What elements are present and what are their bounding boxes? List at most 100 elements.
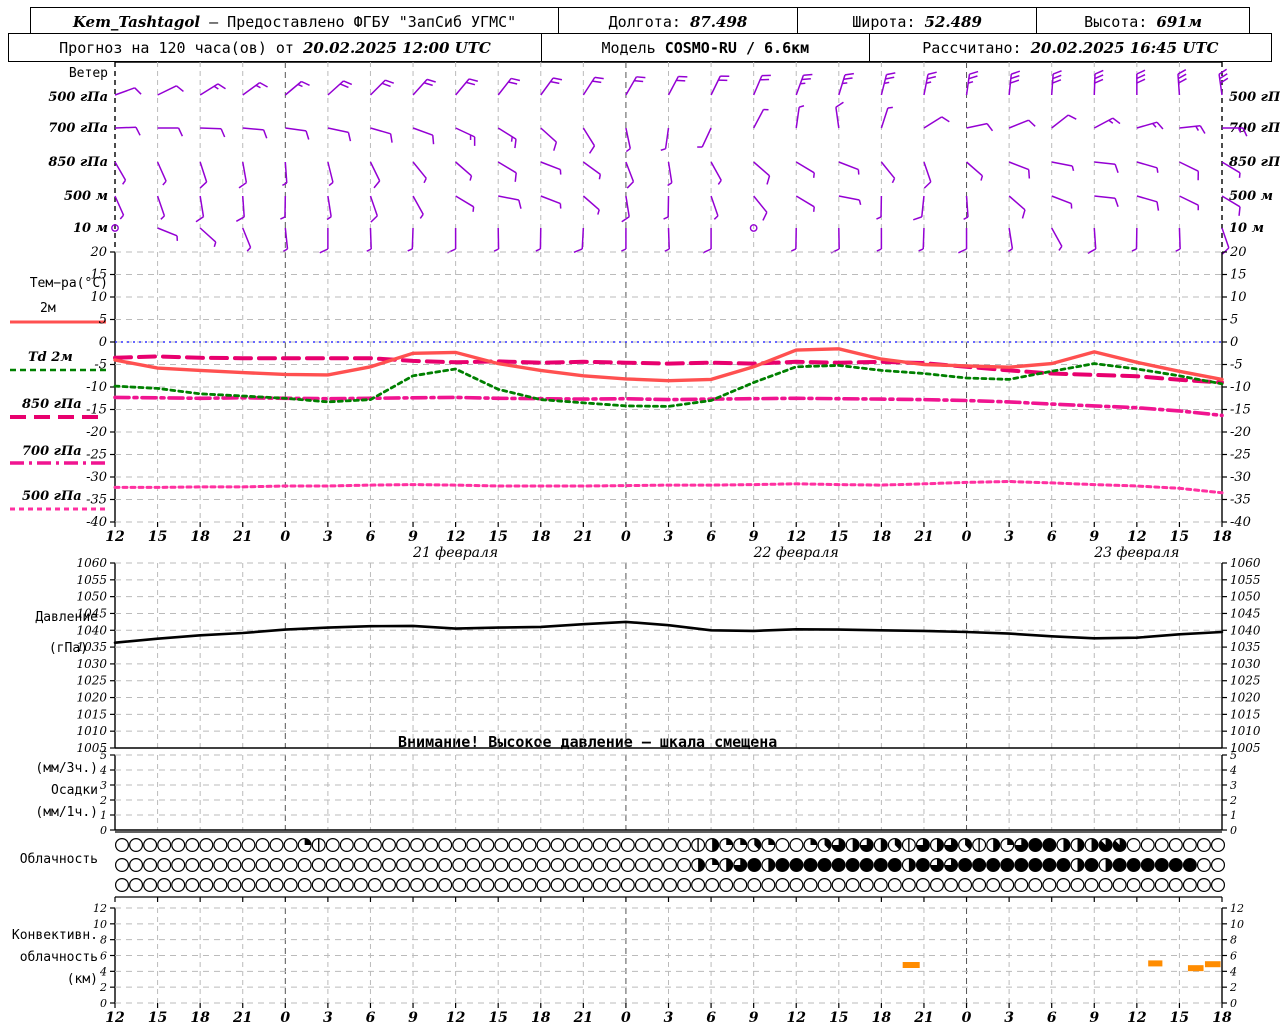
svg-text:1020: 1020 <box>1230 691 1261 705</box>
svg-text:0: 0 <box>962 529 972 545</box>
svg-text:0: 0 <box>99 335 107 350</box>
svg-text:15: 15 <box>1230 268 1247 283</box>
svg-text:0: 0 <box>280 1010 290 1024</box>
svg-text:6: 6 <box>366 1010 376 1024</box>
svg-text:-35: -35 <box>1230 493 1251 508</box>
svg-text:1025: 1025 <box>1230 674 1261 688</box>
svg-text:9: 9 <box>408 1010 418 1024</box>
svg-text:1050: 1050 <box>76 590 107 604</box>
svg-text:5: 5 <box>1230 313 1238 328</box>
svg-text:21: 21 <box>232 529 252 545</box>
svg-text:18: 18 <box>872 1010 892 1024</box>
svg-text:18: 18 <box>1212 529 1232 545</box>
svg-text:2: 2 <box>1229 981 1237 994</box>
svg-text:12: 12 <box>786 529 806 545</box>
svg-text:22 февраля: 22 февраля <box>753 545 839 561</box>
svg-text:-20: -20 <box>1230 425 1251 440</box>
svg-text:1: 1 <box>1230 809 1237 822</box>
svg-text:9: 9 <box>749 1010 759 1024</box>
svg-text:-10: -10 <box>1230 380 1251 395</box>
svg-text:-20: -20 <box>86 425 107 440</box>
svg-text:1015: 1015 <box>1230 707 1261 721</box>
svg-text:21: 21 <box>913 1010 933 1024</box>
svg-text:1050: 1050 <box>1230 590 1261 604</box>
svg-text:8: 8 <box>1230 934 1237 947</box>
svg-text:20: 20 <box>1229 245 1247 260</box>
svg-text:-35: -35 <box>86 493 107 508</box>
svg-text:2: 2 <box>1229 794 1237 807</box>
svg-text:10: 10 <box>90 290 107 305</box>
svg-text:12: 12 <box>105 529 125 545</box>
svg-text:1: 1 <box>100 809 107 822</box>
svg-text:1015: 1015 <box>76 707 107 721</box>
svg-text:12: 12 <box>786 1010 806 1024</box>
meteogram-page: Kem_Tashtagol — Предоставлено ФГБУ "ЗапС… <box>0 0 1280 1024</box>
svg-text:12: 12 <box>1230 902 1244 915</box>
svg-text:18: 18 <box>1212 1010 1232 1024</box>
svg-text:9: 9 <box>749 529 759 545</box>
svg-text:3: 3 <box>664 529 674 545</box>
svg-text:-10: -10 <box>86 380 107 395</box>
svg-text:9: 9 <box>408 529 418 545</box>
svg-text:1020: 1020 <box>76 691 107 705</box>
svg-text:2: 2 <box>99 981 107 994</box>
svg-text:20: 20 <box>89 245 107 260</box>
svg-text:4: 4 <box>1229 764 1237 777</box>
svg-text:-40: -40 <box>1230 515 1251 530</box>
svg-text:3: 3 <box>100 779 107 792</box>
svg-text:3: 3 <box>664 1010 674 1024</box>
svg-text:8: 8 <box>100 934 107 947</box>
meteogram-chart: 20 2015 1510 105 50 0-5 -5-10 -10-15 -15-20 -20-2… <box>76 61 1261 1024</box>
svg-text:18: 18 <box>531 1010 551 1024</box>
svg-text:15: 15 <box>148 1010 167 1024</box>
svg-text:5: 5 <box>100 749 107 762</box>
svg-text:18: 18 <box>872 529 892 545</box>
svg-text:4: 4 <box>99 764 107 777</box>
svg-text:6: 6 <box>1047 529 1057 545</box>
svg-text:0: 0 <box>962 1010 972 1024</box>
svg-text:6: 6 <box>706 529 716 545</box>
svg-text:3: 3 <box>1004 1010 1014 1024</box>
svg-text:12: 12 <box>446 529 466 545</box>
svg-text:1040: 1040 <box>76 623 107 637</box>
svg-text:12: 12 <box>1127 529 1147 545</box>
svg-text:1040: 1040 <box>1230 623 1261 637</box>
svg-text:0: 0 <box>280 529 290 545</box>
svg-text:0: 0 <box>100 997 107 1010</box>
svg-text:1010: 1010 <box>76 724 107 738</box>
svg-text:3: 3 <box>1004 529 1014 545</box>
svg-text:9: 9 <box>1089 1010 1099 1024</box>
svg-text:1060: 1060 <box>1230 556 1261 570</box>
svg-text:4: 4 <box>1229 965 1237 978</box>
svg-text:21 февраля: 21 февраля <box>412 545 498 561</box>
svg-text:0: 0 <box>1230 824 1237 837</box>
svg-text:-15: -15 <box>1230 403 1251 418</box>
svg-text:10: 10 <box>93 918 107 931</box>
svg-text:-30: -30 <box>86 470 107 485</box>
svg-text:6: 6 <box>1230 950 1237 963</box>
svg-text:15: 15 <box>488 529 507 545</box>
svg-text:21: 21 <box>913 529 933 545</box>
svg-text:1030: 1030 <box>76 657 107 671</box>
svg-text:3: 3 <box>323 529 333 545</box>
svg-text:12: 12 <box>93 902 107 915</box>
svg-text:15: 15 <box>488 1010 507 1024</box>
svg-text:0: 0 <box>100 824 107 837</box>
svg-text:1010: 1010 <box>1230 724 1261 738</box>
svg-text:10: 10 <box>1230 290 1247 305</box>
svg-text:1035: 1035 <box>1230 640 1261 654</box>
svg-text:-40: -40 <box>86 515 107 530</box>
svg-text:0: 0 <box>1230 335 1238 350</box>
svg-text:-30: -30 <box>1230 470 1251 485</box>
svg-text:1045: 1045 <box>76 606 107 620</box>
svg-text:1055: 1055 <box>76 573 107 587</box>
svg-text:-15: -15 <box>86 403 107 418</box>
svg-text:1045: 1045 <box>1230 606 1261 620</box>
svg-text:15: 15 <box>148 529 167 545</box>
svg-text:18: 18 <box>190 529 210 545</box>
svg-text:12: 12 <box>105 1010 125 1024</box>
svg-text:-5: -5 <box>94 358 107 373</box>
svg-text:15: 15 <box>90 268 107 283</box>
svg-text:5: 5 <box>99 313 107 328</box>
svg-text:1055: 1055 <box>1230 573 1261 587</box>
